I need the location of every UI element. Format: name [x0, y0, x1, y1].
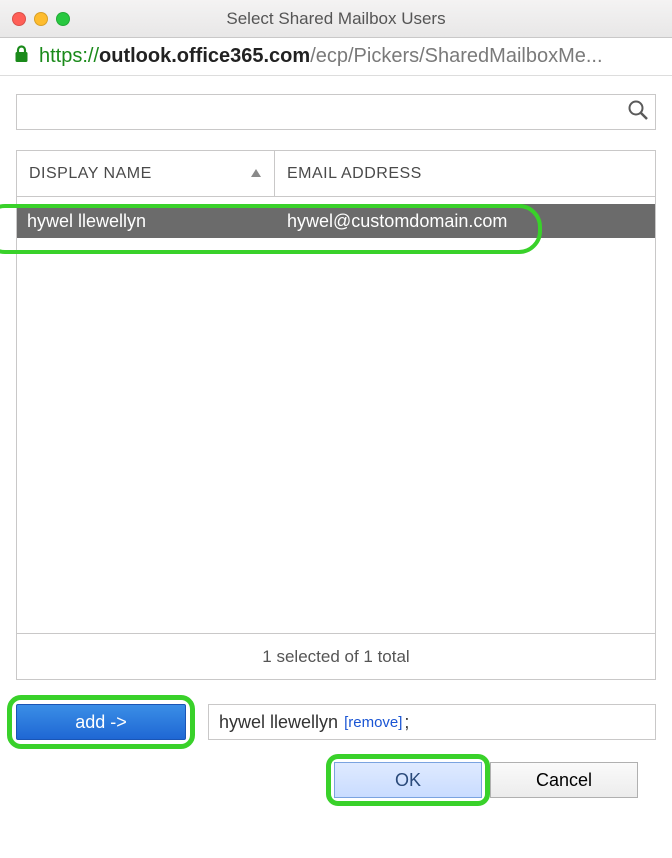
- sort-ascending-icon: [250, 165, 262, 183]
- lock-icon: [14, 45, 29, 69]
- cell-display-name: hywel llewellyn: [17, 211, 275, 232]
- search-input[interactable]: [25, 103, 627, 121]
- column-header-display-name-label: DISPLAY NAME: [29, 165, 152, 183]
- action-row: add -> hywel llewellyn [remove] ;: [16, 704, 656, 740]
- cell-email: hywel@customdomain.com: [275, 211, 655, 232]
- add-button-wrap: add ->: [16, 704, 186, 740]
- column-header-display-name[interactable]: DISPLAY NAME: [17, 151, 275, 196]
- content-area: DISPLAY NAME EMAIL ADDRESS hywel llewell…: [0, 76, 672, 810]
- close-window-button[interactable]: [12, 12, 26, 26]
- user-table: DISPLAY NAME EMAIL ADDRESS hywel llewell…: [16, 150, 656, 680]
- add-button[interactable]: add ->: [16, 704, 186, 740]
- window-title: Select Shared Mailbox Users: [0, 9, 672, 29]
- table-body: hywel llewellyn hywel@customdomain.com: [17, 197, 655, 633]
- ok-button[interactable]: OK: [334, 762, 482, 798]
- table-header: DISPLAY NAME EMAIL ADDRESS: [17, 151, 655, 197]
- url-path: /ecp/Pickers/SharedMailboxMe...: [310, 45, 602, 68]
- search-field-wrap: [16, 94, 656, 130]
- table-status: 1 selected of 1 total: [17, 633, 655, 679]
- table-row[interactable]: hywel llewellyn hywel@customdomain.com: [17, 204, 655, 238]
- search-icon[interactable]: [627, 99, 649, 126]
- column-header-email[interactable]: EMAIL ADDRESS: [275, 151, 655, 196]
- url-bar: https://outlook.office365.com/ecp/Picker…: [0, 38, 672, 76]
- selected-user-name: hywel llewellyn: [219, 712, 338, 733]
- selected-users-box[interactable]: hywel llewellyn [remove] ;: [208, 704, 656, 740]
- ok-button-wrap: OK: [334, 762, 482, 798]
- column-header-email-label: EMAIL ADDRESS: [287, 165, 422, 183]
- remove-link[interactable]: [remove]: [344, 714, 402, 731]
- titlebar: Select Shared Mailbox Users: [0, 0, 672, 38]
- cancel-button[interactable]: Cancel: [490, 762, 638, 798]
- url-domain: outlook.office365.com: [99, 45, 310, 68]
- dialog-buttons: OK Cancel: [16, 762, 656, 798]
- url-protocol: https://: [39, 45, 99, 68]
- window-controls: [12, 12, 70, 26]
- minimize-window-button[interactable]: [34, 12, 48, 26]
- separator: ;: [404, 712, 409, 733]
- zoom-window-button[interactable]: [56, 12, 70, 26]
